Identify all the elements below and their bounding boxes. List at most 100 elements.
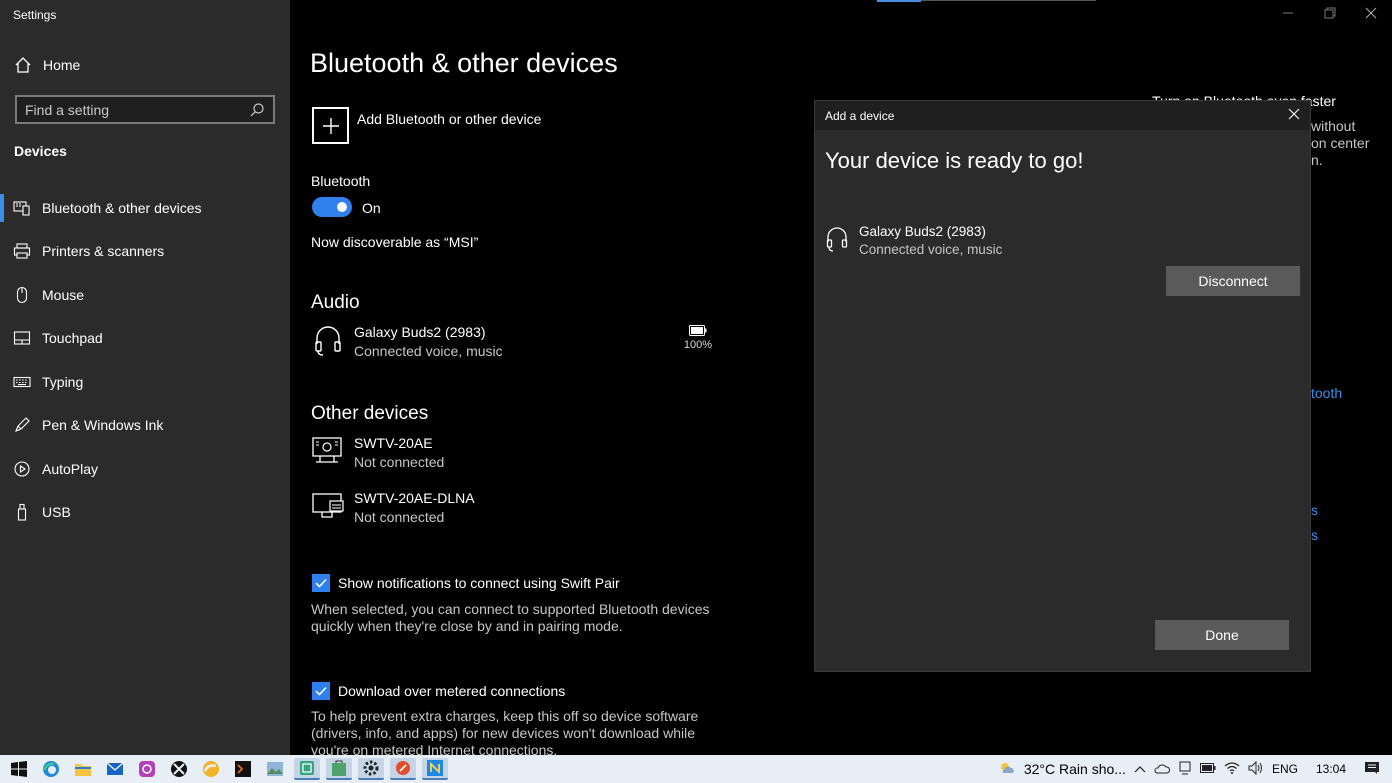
page-title: Bluetooth & other devices: [310, 48, 618, 78]
snip-icon[interactable]: [294, 758, 320, 780]
dialog-heading: Your device is ready to go!: [825, 148, 1084, 173]
search-box[interactable]: [15, 95, 275, 124]
app-title: Settings: [13, 8, 57, 22]
device-status: Connected voice, music: [354, 343, 503, 359]
bluetooth-devices-icon: [13, 199, 31, 217]
store-icon[interactable]: [326, 758, 352, 780]
dialog-device-row: Galaxy Buds2 (2983) Connected voice, mus…: [826, 224, 1002, 257]
sidebar-item-label: Typing: [42, 373, 84, 390]
metered-label: Download over metered connections: [338, 683, 566, 699]
start-icon[interactable]: [6, 758, 32, 780]
audio-device-row[interactable]: Galaxy Buds2 (2983) Connected voice, mus…: [312, 324, 503, 359]
sidebar-nav: Bluetooth & other devices Printers & sca…: [0, 186, 290, 534]
swift-pair-checkbox-row[interactable]: Show notifications to connect using Swif…: [312, 574, 620, 592]
other-device-row[interactable]: SWTV-20AE Not connected: [312, 435, 444, 470]
discoverable-text: Now discoverable as “MSI”: [311, 234, 479, 250]
close-button[interactable]: [1365, 6, 1377, 22]
sidebar-item-bluetooth[interactable]: Bluetooth & other devices: [0, 186, 290, 230]
sidebar: Settings Home Devices Bluetooth & other …: [0, 0, 290, 755]
home-label: Home: [43, 57, 81, 73]
autoplay-icon: [13, 460, 31, 478]
sidebar-item-usb[interactable]: USB: [0, 491, 290, 535]
sidebar-item-pen[interactable]: Pen & Windows Ink: [0, 404, 290, 448]
add-device-button[interactable]: Add Bluetooth or other device: [312, 107, 541, 144]
home-icon: [14, 56, 32, 74]
language-indicator[interactable]: ENG: [1272, 762, 1298, 776]
battery-indicator: 100%: [683, 325, 713, 351]
battery-tray-icon[interactable]: [1199, 762, 1216, 776]
volume-icon[interactable]: [1248, 760, 1264, 778]
sidebar-item-label: Pen & Windows Ink: [42, 417, 164, 434]
weather-text[interactable]: 32°C Rain sho...: [1024, 761, 1126, 777]
done-button[interactable]: Done: [1155, 620, 1289, 650]
file-explorer-icon[interactable]: [70, 758, 96, 780]
search-input[interactable]: [25, 101, 249, 118]
edge-legacy-icon[interactable]: [198, 758, 224, 780]
other-devices-heading: Other devices: [311, 403, 429, 424]
battery-percent: 100%: [683, 339, 713, 351]
sidebar-item-mouse[interactable]: Mouse: [0, 273, 290, 317]
related-link-fragment[interactable]: s: [1311, 527, 1318, 543]
xbox-icon[interactable]: [166, 758, 192, 780]
plus-icon: [312, 107, 349, 144]
sidebar-item-label: AutoPlay: [42, 460, 99, 477]
device-name: SWTV-20AE: [354, 435, 433, 451]
sidebar-item-autoplay[interactable]: AutoPlay: [0, 447, 290, 491]
weather-icon[interactable]: [998, 761, 1016, 778]
bluetooth-toggle[interactable]: [312, 197, 352, 217]
search-icon[interactable]: [249, 102, 265, 118]
device-status: Connected voice, music: [859, 242, 1003, 257]
related-link-fragment[interactable]: tooth: [1311, 385, 1342, 401]
ink-icon[interactable]: [390, 758, 416, 780]
device-name: SWTV-20AE-DLNA: [354, 490, 475, 506]
notification-icon[interactable]: [1364, 761, 1380, 778]
clock[interactable]: 13:04: [1316, 762, 1346, 776]
section-title: Devices: [14, 143, 67, 159]
minimize-button[interactable]: [1282, 6, 1294, 22]
audio-heading: Audio: [311, 292, 360, 313]
related-link-fragment[interactable]: s: [1311, 502, 1318, 518]
restore-button[interactable]: [1324, 6, 1336, 22]
system-tray: 32°C Rain sho... ENG 13:04: [994, 755, 1392, 783]
disconnect-button[interactable]: Disconnect: [1166, 266, 1300, 296]
wifi-icon[interactable]: [1224, 761, 1240, 777]
battery-icon: [689, 325, 707, 336]
sidebar-item-printers[interactable]: Printers & scanners: [0, 230, 290, 274]
pen-icon: [13, 416, 31, 434]
sidebar-item-typing[interactable]: Typing: [0, 360, 290, 404]
mouse-icon: [13, 286, 31, 304]
display-device-icon: [312, 490, 344, 522]
notepad-icon[interactable]: [422, 758, 448, 780]
checkmark-icon: [315, 578, 327, 588]
taskbar: 32°C Rain sho... ENG 13:04: [0, 755, 1392, 783]
device-icon[interactable]: [1178, 761, 1192, 778]
sidebar-item-label: Bluetooth & other devices: [42, 199, 202, 216]
sidebar-item-label: Printers & scanners: [42, 243, 165, 260]
dialog-title: Add a device: [825, 108, 895, 123]
chevron-up-icon[interactable]: [1134, 762, 1146, 776]
home-link[interactable]: Home: [14, 56, 80, 74]
cloud-icon[interactable]: [1154, 762, 1170, 777]
edge-icon[interactable]: [38, 758, 64, 780]
swift-pair-label: Show notifications to connect using Swif…: [338, 575, 620, 591]
metered-description: To help prevent extra charges, keep this…: [311, 708, 699, 758]
other-device-row[interactable]: SWTV-20AE-DLNA Not connected: [312, 490, 475, 525]
swift-pair-checkbox[interactable]: [312, 574, 330, 592]
sidebar-item-label: USB: [42, 504, 71, 521]
metered-checkbox-row[interactable]: Download over metered connections: [312, 682, 565, 700]
sidebar-item-touchpad[interactable]: Touchpad: [0, 317, 290, 361]
mail-icon[interactable]: [102, 758, 128, 780]
checkmark-icon: [315, 686, 327, 696]
title-bar-line: [921, 0, 1096, 1]
add-device-dialog: Add a device Your device is ready to go!…: [814, 100, 1311, 672]
dialog-titlebar: Add a device: [815, 101, 1310, 130]
terminal-icon[interactable]: [230, 758, 256, 780]
metered-checkbox[interactable]: [312, 682, 330, 700]
instagram-icon[interactable]: [134, 758, 160, 780]
settings-icon[interactable]: [358, 758, 384, 780]
device-name: Galaxy Buds2 (2983): [354, 324, 486, 340]
dialog-close-button[interactable]: [1288, 108, 1300, 123]
photos-icon[interactable]: [262, 758, 288, 780]
close-icon: [1365, 7, 1377, 19]
minimize-icon: [1283, 12, 1293, 14]
